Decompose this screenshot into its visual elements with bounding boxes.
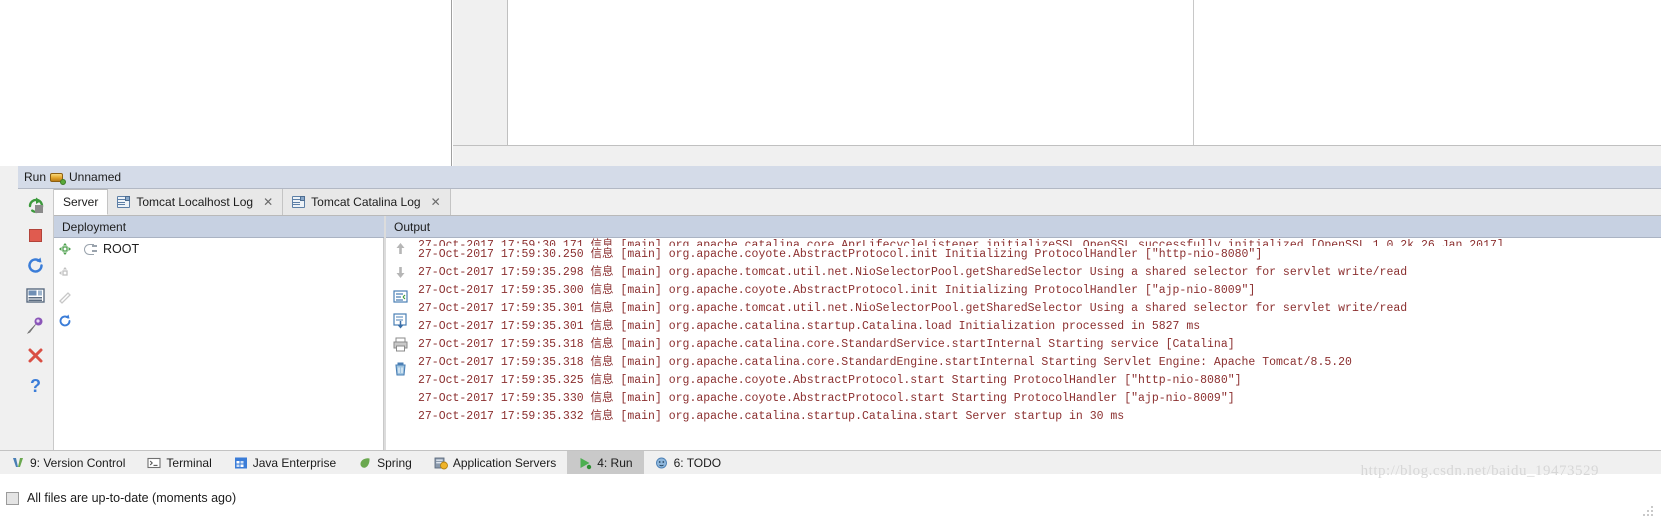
close-button[interactable] <box>25 345 46 366</box>
tab-close-icon[interactable]: ✕ <box>263 195 273 209</box>
tab-label: Tomcat Catalina Log <box>311 195 421 209</box>
run-window-title: Run <box>24 170 47 184</box>
editor-pane-right[interactable] <box>1195 0 1661 145</box>
run-config-name: Unnamed <box>69 170 122 184</box>
artifact-icon <box>82 243 97 256</box>
deploy-add-button[interactable] <box>57 241 73 257</box>
restart-button[interactable] <box>25 255 46 276</box>
status-message: All files are up-to-date (moments ago) <box>27 491 237 505</box>
editor-bottom-strip <box>453 145 1661 166</box>
log-line: 27-Oct-2017 17:59:30.171 信息 [main] org.a… <box>418 239 1504 246</box>
deployment-header: Deployment <box>54 216 384 238</box>
run-tool-window: Run Unnamed ? Server Tomcat Localhost Lo… <box>0 166 1661 450</box>
application-servers-icon <box>434 456 448 470</box>
tab-server[interactable]: Server <box>54 189 109 215</box>
log-icon <box>292 196 306 208</box>
tab-close-icon[interactable]: ✕ <box>431 195 441 209</box>
log-line: 27-Oct-2017 17:59:35.301 信息 [main] org.a… <box>418 320 1201 333</box>
tab-tomcat-catalina-log[interactable]: Tomcat Catalina Log ✕ <box>283 189 451 215</box>
deployment-gutter <box>54 238 76 450</box>
status-bar: All files are up-to-date (moments ago) <box>0 474 1661 522</box>
editor-area <box>0 0 1661 166</box>
tool-button-label: 6: TODO <box>673 455 722 470</box>
output-gutter <box>386 238 414 450</box>
log-line: 27-Oct-2017 17:59:30.250 信息 [main] org.a… <box>418 248 1263 261</box>
status-icon <box>6 491 19 505</box>
console-button[interactable] <box>25 285 46 306</box>
java-enterprise-icon <box>234 456 248 470</box>
version-control-icon <box>11 456 25 470</box>
tomcat-icon <box>50 171 67 185</box>
intellij-window: ★ 2: Favorites Web Run Unnamed <box>0 0 1661 522</box>
tool-button-application-servers[interactable]: Application Servers <box>423 451 567 475</box>
log-line: 27-Oct-2017 17:59:35.318 信息 [main] org.a… <box>418 356 1352 369</box>
output-panel: 27-Oct-2017 17:59:30.171 信息 [main] org.a… <box>386 238 1661 450</box>
tool-button-run[interactable]: 4: Run <box>567 450 644 475</box>
tab-label: Tomcat Localhost Log <box>136 195 254 209</box>
run-tool-window-header: Run Unnamed <box>18 166 1661 189</box>
deploy-refresh-button[interactable] <box>57 313 73 329</box>
spring-icon <box>358 456 372 470</box>
tab-tomcat-localhost-log[interactable]: Tomcat Localhost Log ✕ <box>108 189 284 215</box>
deployment-item-label: ROOT <box>103 242 140 256</box>
todo-icon <box>655 456 669 470</box>
deployment-item-root[interactable]: ROOT <box>82 242 139 256</box>
help-button[interactable]: ? <box>25 375 46 396</box>
stop-button[interactable] <box>25 225 46 246</box>
run-toolbar: ? <box>18 189 54 450</box>
tool-button-label: 4: Run <box>597 455 633 470</box>
tool-button-terminal[interactable]: Terminal <box>136 451 222 475</box>
clear-all-button[interactable] <box>392 360 409 377</box>
scroll-to-end-button[interactable] <box>392 312 409 329</box>
resize-grip-icon[interactable] <box>1642 504 1655 517</box>
log-line: 27-Oct-2017 17:59:35.332 信息 [main] org.a… <box>418 410 1125 423</box>
soft-wrap-button[interactable] <box>392 288 409 305</box>
thread-dump-button[interactable] <box>25 315 46 336</box>
log-line: 27-Oct-2017 17:59:35.318 信息 [main] org.a… <box>418 338 1235 351</box>
log-line: 27-Oct-2017 17:59:35.300 信息 [main] org.a… <box>418 284 1256 297</box>
terminal-icon <box>147 456 161 470</box>
print-button[interactable] <box>392 336 409 353</box>
rerun-button[interactable] <box>25 195 46 216</box>
watermark-text: http://blog.csdn.net/baidu_19473529 <box>1360 463 1599 479</box>
tab-label: Server <box>63 195 99 209</box>
tool-button-label: Terminal <box>166 455 212 470</box>
run-tabs: Server Tomcat Localhost Log ✕ Tomcat Cat… <box>54 189 1661 216</box>
tool-button-label: Application Servers <box>452 455 557 470</box>
scroll-down-button[interactable] <box>392 264 409 281</box>
editor-pane-left[interactable] <box>0 0 452 166</box>
tool-button-todo[interactable]: 6: TODO <box>644 451 733 475</box>
tool-button-label: 9: Version Control <box>30 455 126 470</box>
deploy-remove-button[interactable] <box>57 265 73 281</box>
output-header: Output <box>386 216 1661 238</box>
log-icon <box>117 196 131 208</box>
log-line: 27-Oct-2017 17:59:35.298 信息 [main] org.a… <box>418 266 1408 279</box>
output-log[interactable]: 27-Oct-2017 17:59:30.171 信息 [main] org.a… <box>418 238 1661 450</box>
log-line: 27-Oct-2017 17:59:35.301 信息 [main] org.a… <box>418 302 1408 315</box>
tool-button-label: Spring <box>377 455 412 470</box>
tool-button-version-control[interactable]: 9: Version Control <box>0 451 136 475</box>
deployment-panel: ROOT <box>54 238 384 450</box>
deploy-edit-button[interactable] <box>57 289 73 305</box>
tool-button-label: Java Enterprise <box>252 455 337 470</box>
log-line: 27-Oct-2017 17:59:35.330 信息 [main] org.a… <box>418 392 1235 405</box>
run-icon <box>578 456 592 470</box>
editor-pane-center[interactable] <box>508 0 1194 145</box>
editor-gutter-column <box>453 0 508 145</box>
tool-button-java-enterprise[interactable]: Java Enterprise <box>223 451 347 475</box>
svg-text:?: ? <box>30 376 41 396</box>
tool-button-spring[interactable]: Spring <box>347 451 423 475</box>
log-line: 27-Oct-2017 17:59:35.325 信息 [main] org.a… <box>418 374 1242 387</box>
scroll-up-button[interactable] <box>392 240 409 257</box>
